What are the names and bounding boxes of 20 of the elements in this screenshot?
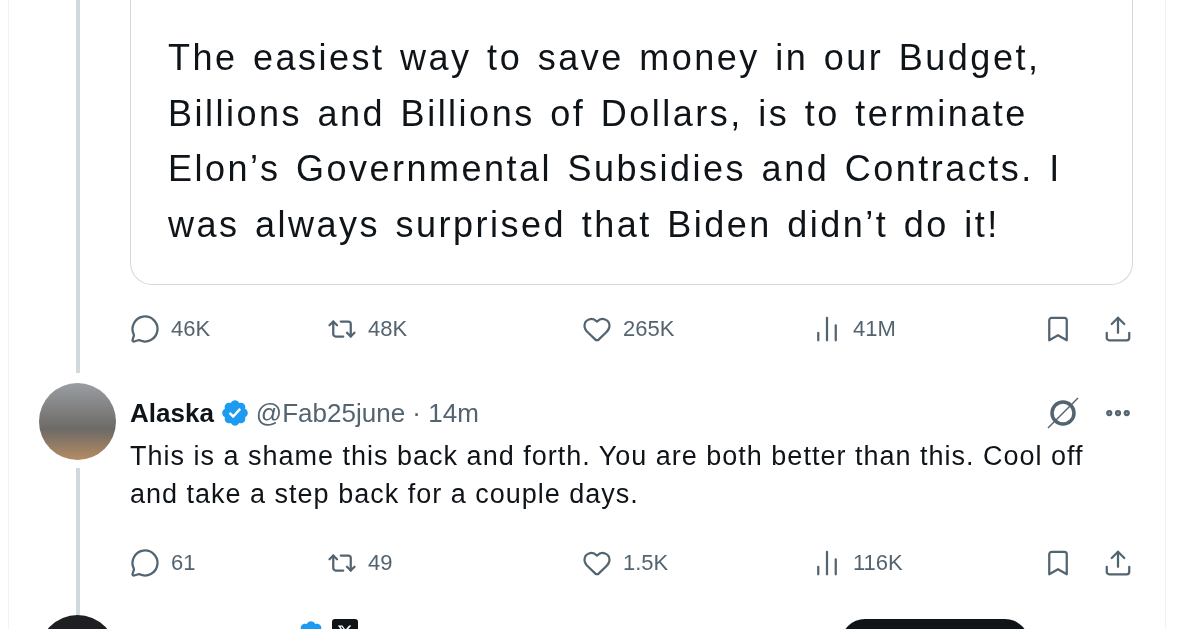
views-button[interactable]: 41M <box>812 314 962 344</box>
author-name[interactable]: Alaska <box>130 397 214 429</box>
slashed-circle-icon[interactable] <box>1045 395 1081 431</box>
quoted-post-card[interactable]: The easiest way to save money in our Budget, Billions and Billions of Dollars, is to terminate Elon’s Governmental Subsidies and Contracts. I was always surprised that Biden didn’t do it! <box>130 0 1133 285</box>
repost-button[interactable]: 48K <box>327 314 582 344</box>
quoted-post-text: The easiest way to save money in our Budget, Billions and Billions of Dollars, is to terminate Elon’s Governmental Subsidies and Contracts. I was always surprised that Biden didn’t do it! <box>168 36 1063 247</box>
share-icon <box>1103 314 1133 344</box>
repost-button[interactable]: 49 <box>327 548 582 578</box>
like-button[interactable]: 265K <box>582 314 812 344</box>
handle-and-time: @Fab25june · 14m <box>255 397 479 429</box>
speech-bubble-icon <box>130 548 160 578</box>
reply-button[interactable]: 61 <box>130 548 327 578</box>
reply-button[interactable]: 46K <box>130 314 327 344</box>
like-button[interactable]: 1.5K <box>582 548 812 578</box>
share-button[interactable] <box>1103 314 1133 344</box>
share-button[interactable] <box>1103 548 1133 578</box>
reply-text: This is a shame this back and forth. You are both better than this. Cool off and take a step back for a couple days. <box>130 440 1085 511</box>
speech-bubble-icon <box>130 314 160 344</box>
share-icon <box>1103 548 1133 578</box>
views-button[interactable]: 116K <box>812 548 962 578</box>
